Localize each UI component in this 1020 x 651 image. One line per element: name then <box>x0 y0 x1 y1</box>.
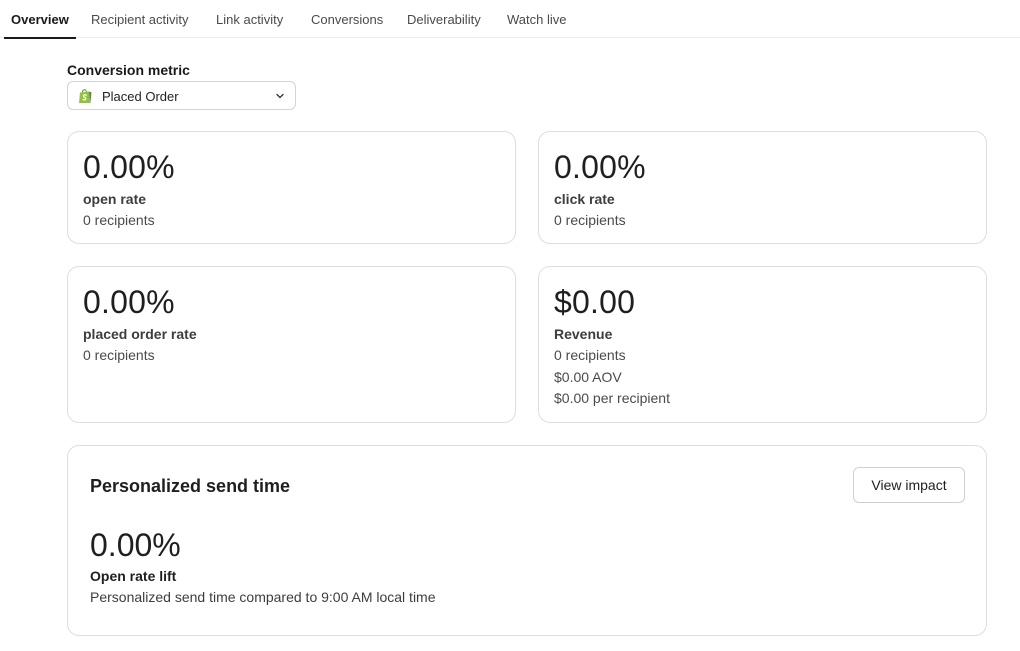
click-rate-value: 0.00% <box>554 149 646 185</box>
open-rate-label: open rate <box>83 191 147 207</box>
tab-overview[interactable]: Overview <box>4 0 76 39</box>
placed-order-rate-label: placed order rate <box>83 326 197 342</box>
placed-order-rate-value: 0.00% <box>83 284 175 320</box>
shopify-bag-icon <box>79 89 92 103</box>
tab-watch-live[interactable]: Watch live <box>507 0 566 38</box>
tab-recipient-activity[interactable]: Recipient activity <box>91 0 189 38</box>
placed-order-rate-recipients: 0 recipients <box>83 347 155 363</box>
revenue-recipients: 0 recipients <box>554 347 626 363</box>
revenue-value: $0.00 <box>554 284 636 320</box>
revenue-card: $0.00 Revenue 0 recipients $0.00 AOV $0.… <box>538 266 987 423</box>
open-rate-lift-value: 0.00% <box>90 527 181 563</box>
open-rate-card: 0.00% open rate 0 recipients <box>67 131 516 244</box>
view-impact-button[interactable]: View impact <box>853 467 965 503</box>
revenue-aov: $0.00 AOV <box>554 369 622 385</box>
open-rate-lift-label: Open rate lift <box>90 568 177 584</box>
conversion-metric-label: Conversion metric <box>67 62 190 78</box>
personalized-send-time-title: Personalized send time <box>90 476 291 496</box>
open-rate-value: 0.00% <box>83 149 175 185</box>
conversion-metric-select[interactable]: Placed Order <box>67 81 296 110</box>
click-rate-recipients: 0 recipients <box>554 212 626 228</box>
tab-link-activity[interactable]: Link activity <box>216 0 283 38</box>
revenue-per-recipient: $0.00 per recipient <box>554 390 670 406</box>
placed-order-rate-card: 0.00% placed order rate 0 recipients <box>67 266 516 423</box>
personalized-send-time-card: Personalized send time View impact 0.00%… <box>67 445 987 636</box>
tab-conversions[interactable]: Conversions <box>311 0 383 38</box>
tab-deliverability[interactable]: Deliverability <box>407 0 481 38</box>
open-rate-recipients: 0 recipients <box>83 212 155 228</box>
conversion-metric-value: Placed Order <box>102 89 179 104</box>
click-rate-label: click rate <box>554 191 615 207</box>
personalized-send-time-description: Personalized send time compared to 9:00 … <box>90 589 436 605</box>
chevron-down-icon <box>276 93 284 99</box>
revenue-label: Revenue <box>554 326 613 342</box>
tab-bar: Overview Recipient activity Link activit… <box>0 0 1020 39</box>
click-rate-card: 0.00% click rate 0 recipients <box>538 131 987 244</box>
